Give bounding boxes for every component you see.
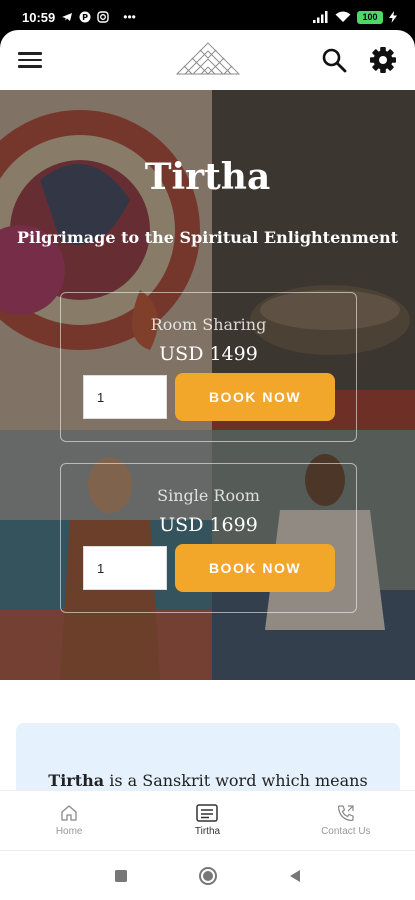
hero-banner: Tirtha Pilgrimage to the Spiritual Enlig…: [0, 90, 415, 680]
back-button[interactable]: [288, 869, 302, 883]
content-section: Tirtha is a Sanskrit word which means: [0, 680, 415, 813]
svg-text:P: P: [82, 13, 88, 22]
room-type-label: Single Room: [157, 486, 260, 505]
nav-home[interactable]: Home: [0, 791, 138, 850]
nav-contact-us[interactable]: Contact Us: [277, 791, 415, 850]
charging-icon: [389, 11, 397, 23]
wifi-icon: [335, 11, 351, 22]
recent-apps-button[interactable]: [114, 869, 128, 883]
nav-contact-label: Contact Us: [321, 826, 371, 837]
instagram-icon: [97, 11, 109, 23]
quantity-input[interactable]: [83, 375, 167, 419]
back-triangle-icon: [289, 869, 300, 882]
menu-icon[interactable]: [18, 48, 42, 72]
room-price: USD 1499: [159, 343, 258, 365]
quantity-input[interactable]: [83, 546, 167, 590]
tirtha-icon: [196, 804, 219, 822]
system-nav-bar: [0, 850, 415, 900]
status-time: 10:59: [22, 9, 56, 25]
room-card-sharing: Room Sharing USD 1499 BOOK NOW: [60, 292, 357, 442]
bottom-nav: Home Tirtha Contact Us: [0, 790, 415, 850]
hero-subtitle: Pilgrimage to the Spiritual Enlightenmen…: [16, 228, 399, 247]
square-icon: [114, 869, 127, 882]
room-type-label: Room Sharing: [150, 315, 267, 334]
hero-title: Tirtha: [144, 156, 271, 198]
more-notifications-icon: •••: [123, 10, 136, 24]
signal-icon: [313, 11, 328, 23]
room-price: USD 1699: [159, 514, 258, 536]
home-icon: [61, 805, 77, 821]
room-card-single: Single Room USD 1699 BOOK NOW: [60, 463, 357, 613]
app-header: [0, 30, 415, 90]
nav-tirtha[interactable]: Tirtha: [138, 791, 276, 850]
status-bar: 10:59 P ••• 100: [0, 0, 415, 34]
battery-icon: 100: [357, 10, 383, 24]
book-now-button[interactable]: BOOK NOW: [175, 544, 335, 592]
app-notification-icon: P: [79, 11, 91, 23]
brand-logo[interactable]: [175, 40, 241, 76]
info-term: Tirtha: [48, 771, 105, 790]
info-text: Tirtha is a Sanskrit word which means: [16, 771, 400, 790]
search-icon[interactable]: [321, 47, 347, 73]
phone-icon: [337, 805, 354, 822]
gear-icon[interactable]: [369, 46, 397, 74]
telegram-icon: [62, 13, 73, 21]
circle-icon: [198, 866, 217, 885]
nav-home-label: Home: [55, 826, 83, 837]
home-system-button[interactable]: [198, 866, 218, 886]
info-description: is a Sanskrit word which means: [104, 771, 368, 790]
book-now-button[interactable]: BOOK NOW: [175, 373, 335, 421]
nav-tirtha-label: Tirtha: [194, 826, 221, 837]
